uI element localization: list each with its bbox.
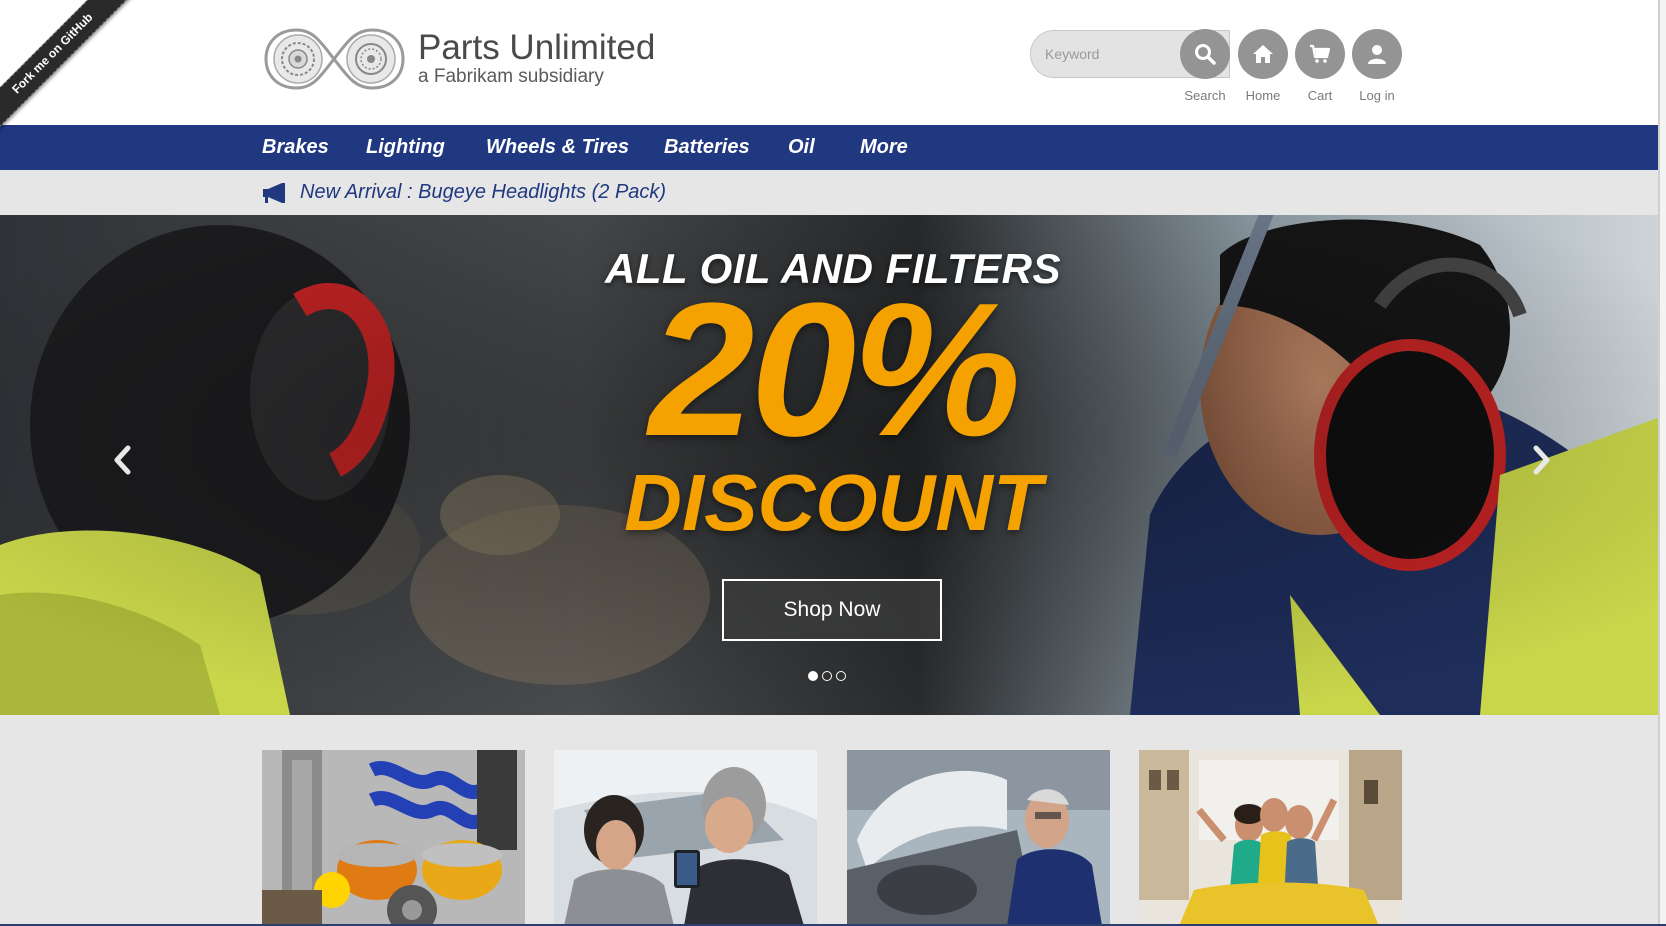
fork-on-github-ribbon[interactable]: Fork me on GitHub xyxy=(0,0,145,146)
cart-button-label[interactable]: Cart xyxy=(1290,88,1350,103)
tile-convertible[interactable] xyxy=(1139,750,1402,926)
site-header: Fork me on GitHub Parts Unlimited a Fabr… xyxy=(0,0,1666,146)
tile-car-sales[interactable] xyxy=(554,750,817,926)
car-salesperson-photo xyxy=(554,750,817,926)
mechanic-photo xyxy=(847,750,1110,926)
announcement-bar: New Arrival : Bugeye Headlights (2 Pack) xyxy=(0,170,1666,215)
login-button[interactable] xyxy=(1352,29,1402,79)
carousel-dot-3[interactable] xyxy=(836,671,846,681)
nav-item-wheels-tires[interactable]: Wheels & Tires xyxy=(486,125,629,170)
parts-unlimited-logo[interactable] xyxy=(262,24,407,94)
search-button[interactable] xyxy=(1180,29,1230,79)
cart-icon xyxy=(1310,44,1331,63)
hero-percentage: 20% xyxy=(648,264,1021,476)
search-button-label[interactable]: Search xyxy=(1175,88,1235,103)
nav-item-batteries[interactable]: Batteries xyxy=(664,125,750,170)
nav-item-oil[interactable]: Oil xyxy=(788,125,815,170)
hero-carousel: ALL OIL AND FILTERS 20% DISCOUNT Shop No… xyxy=(0,215,1666,715)
chevron-right-icon[interactable] xyxy=(1526,440,1556,480)
carousel-indicators xyxy=(808,668,850,681)
megaphone-icon xyxy=(263,183,285,203)
convertible-friends-photo xyxy=(1139,750,1402,926)
shop-now-button[interactable]: Shop Now xyxy=(722,579,942,641)
page-scrollbar-gutter xyxy=(1658,0,1666,926)
home-button-label[interactable]: Home xyxy=(1233,88,1293,103)
tile-mechanic[interactable] xyxy=(847,750,1110,926)
carousel-dot-1[interactable] xyxy=(808,671,818,681)
category-nav: Brakes Lighting Wheels & Tires Batteries… xyxy=(0,125,1666,170)
home-button[interactable] xyxy=(1238,29,1288,79)
brand-subtitle: a Fabrikam subsidiary xyxy=(418,66,604,87)
chevron-left-icon[interactable] xyxy=(108,440,138,480)
user-icon xyxy=(1368,45,1386,64)
carousel-dot-2[interactable] xyxy=(822,671,832,681)
brand-title[interactable]: Parts Unlimited xyxy=(418,28,655,68)
github-ribbon-container: Fork me on GitHub xyxy=(0,0,160,160)
tile-auto-parts[interactable] xyxy=(262,750,525,926)
search-input[interactable] xyxy=(1043,31,1197,77)
announcement-text[interactable]: New Arrival : Bugeye Headlights (2 Pack) xyxy=(300,170,666,215)
nav-item-brakes[interactable]: Brakes xyxy=(262,125,329,170)
login-button-label[interactable]: Log in xyxy=(1347,88,1407,103)
home-icon xyxy=(1253,45,1273,63)
nav-item-more[interactable]: More xyxy=(860,125,908,170)
nav-item-lighting[interactable]: Lighting xyxy=(366,125,445,170)
auto-parts-photo xyxy=(262,750,525,926)
hero-discount: DISCOUNT xyxy=(624,458,1042,547)
search-icon xyxy=(1195,44,1216,65)
cart-button[interactable] xyxy=(1295,29,1345,79)
